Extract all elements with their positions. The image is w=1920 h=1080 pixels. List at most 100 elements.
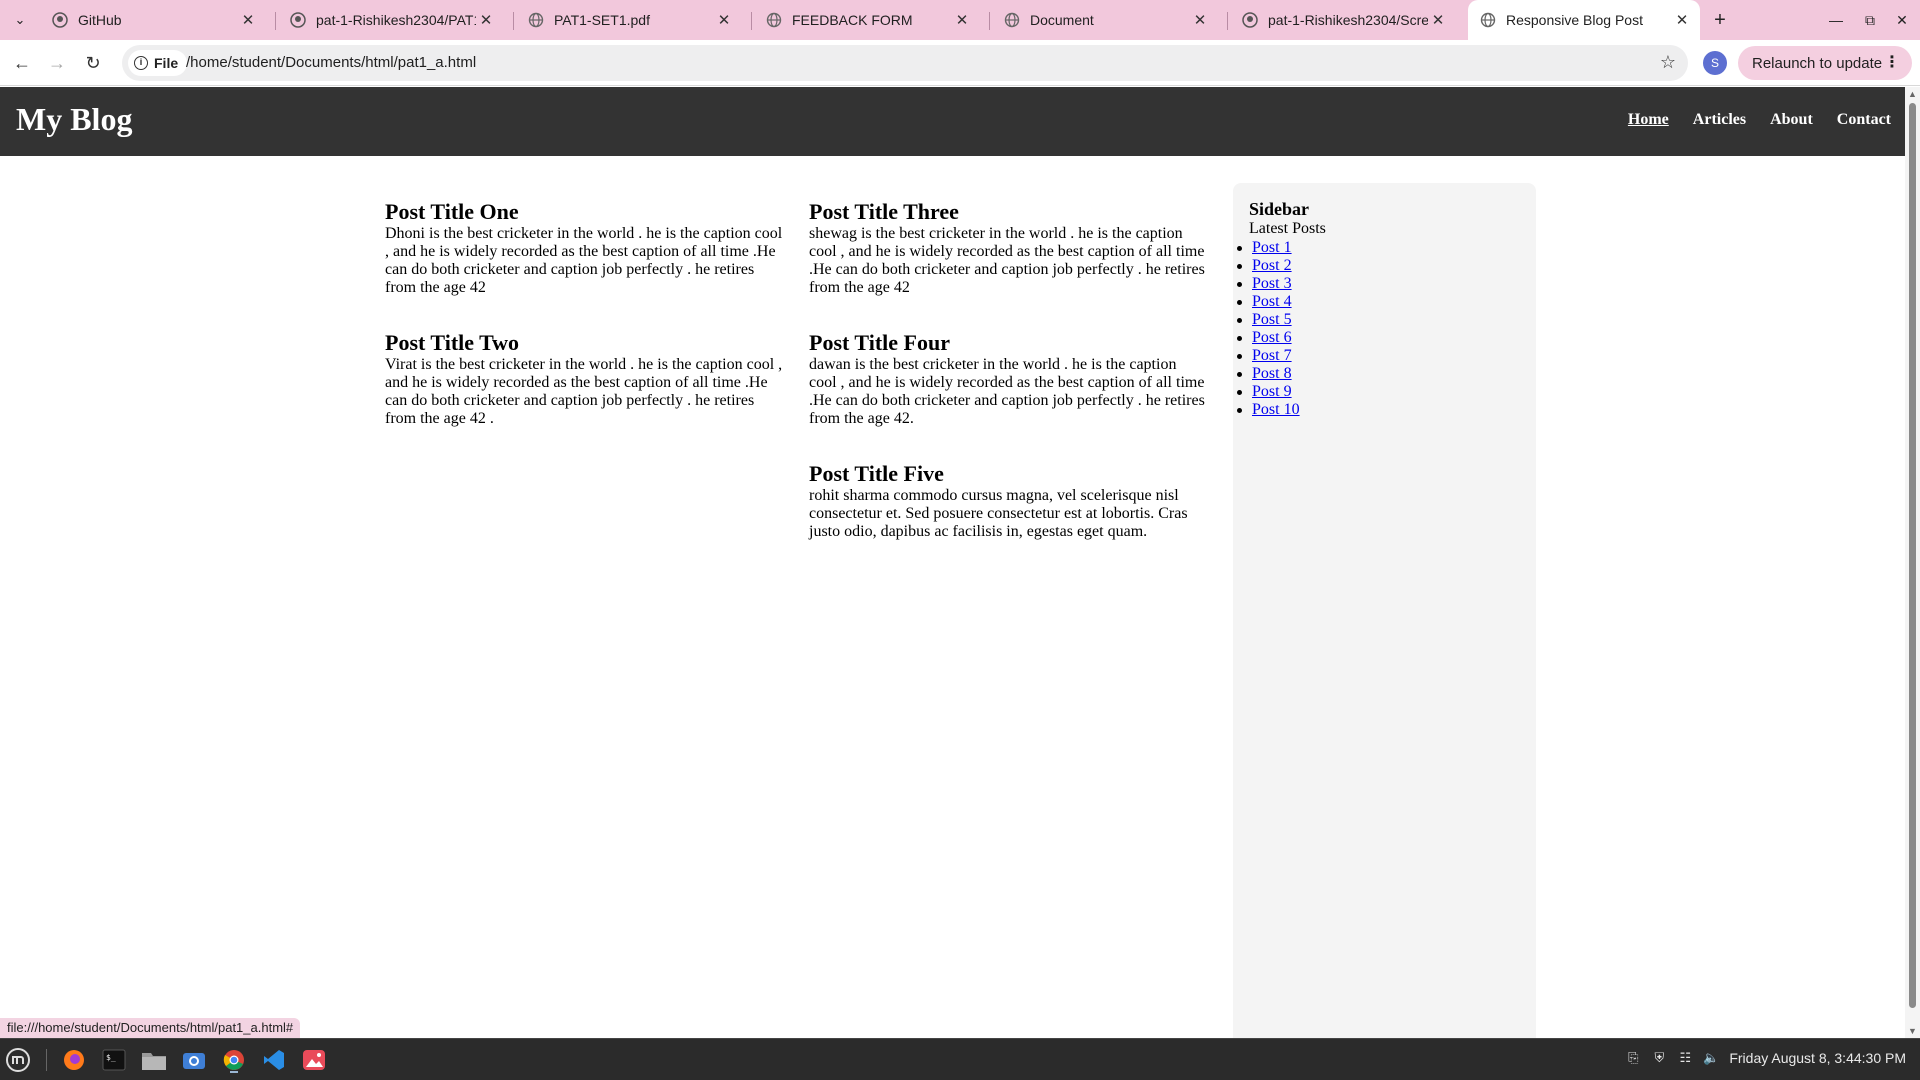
tab-search-button[interactable]: ⌄ [7, 8, 33, 32]
sidebar-post-link[interactable]: Post 5 [1252, 311, 1292, 329]
active-indicator [230, 1071, 238, 1073]
tab-screen-repo[interactable]: pat-1-Rishikesh2304/Screen ✕ [1230, 0, 1456, 40]
screenshot-icon[interactable] [180, 1046, 208, 1074]
tab-divider [751, 12, 752, 30]
volume-icon[interactable]: 🔈 [1703, 1050, 1719, 1066]
url-text[interactable]: /home/student/Documents/html/pat1_a.html [186, 54, 476, 71]
tab-title: FEEDBACK FORM [792, 12, 913, 28]
back-button[interactable]: ← [8, 49, 36, 77]
tab-document[interactable]: Document ✕ [992, 0, 1218, 40]
sidebar-post-link[interactable]: Post 2 [1252, 257, 1292, 275]
close-icon[interactable]: ✕ [1672, 10, 1692, 30]
new-tab-button[interactable]: + [1708, 8, 1732, 32]
bookmark-star-icon[interactable]: ☆ [1660, 52, 1676, 73]
minimize-button[interactable]: — [1824, 8, 1848, 32]
close-icon[interactable]: ✕ [1428, 10, 1448, 30]
post-card: Post Title One Dhoni is the best cricket… [385, 199, 783, 297]
tab-pat1-pdf[interactable]: PAT1-SET1.pdf ✕ [516, 0, 742, 40]
taskbar-clock[interactable]: Friday August 8, 3:44:30 PM [1729, 1050, 1906, 1066]
link-status-bubble: file:///home/student/Documents/html/pat1… [0, 1018, 301, 1038]
forward-button[interactable]: → [43, 49, 71, 77]
page-scrollbar[interactable]: ▲ ▼ [1905, 87, 1920, 1038]
firefox-icon[interactable] [60, 1046, 88, 1074]
close-icon[interactable]: ✕ [1190, 10, 1210, 30]
sidebar-post-link[interactable]: Post 10 [1252, 401, 1300, 419]
files-icon[interactable] [140, 1046, 168, 1074]
bullet-icon [1237, 407, 1242, 413]
close-icon[interactable]: ✕ [476, 10, 496, 30]
terminal-icon[interactable]: $_ [100, 1046, 128, 1074]
list-item: Post 7 [1237, 347, 1520, 365]
github-icon [52, 12, 68, 28]
post-body: dawan is the best cricketer in the world… [809, 356, 1205, 427]
tab-pat1-repo[interactable]: pat-1-Rishikesh2304/PAT1-S ✕ [278, 0, 504, 40]
close-icon[interactable]: ✕ [238, 10, 258, 30]
chrome-icon[interactable] [220, 1046, 248, 1074]
page-viewport: My Blog Home Articles About Contact Post… [0, 87, 1905, 1038]
scrollbar-thumb[interactable] [1909, 103, 1916, 1008]
kebab-menu-icon[interactable]: ⋮ [1884, 52, 1900, 72]
nav-link-home[interactable]: Home [1628, 111, 1669, 129]
sidebar-post-link[interactable]: Post 9 [1252, 383, 1292, 401]
menu-icon[interactable] [4, 1046, 32, 1074]
scroll-up-icon[interactable]: ▲ [1908, 89, 1917, 99]
sidebar-post-link[interactable]: Post 7 [1252, 347, 1292, 365]
scroll-down-icon[interactable]: ▼ [1908, 1026, 1917, 1036]
post-title: Post Title One [385, 199, 519, 224]
close-icon: ✕ [1896, 11, 1908, 28]
taskbar-divider [46, 1049, 47, 1071]
post-card: Post Title Three shewag is the best cric… [809, 199, 1207, 297]
post-title: Post Title Three [809, 199, 959, 224]
clipboard-icon[interactable]: ⎘ [1625, 1050, 1641, 1066]
list-item: Post 10 [1237, 401, 1520, 419]
tab-strip: ⌄ GitHub ✕ pat-1-Rishikesh2304/PAT1-S ✕ … [0, 0, 1920, 40]
tab-title: pat-1-Rishikesh2304/Screen [1268, 12, 1428, 28]
sidebar-heading: Sidebar [1249, 199, 1310, 219]
network-icon[interactable]: ☷ [1677, 1050, 1693, 1066]
sidebar-post-link[interactable]: Post 6 [1252, 329, 1292, 347]
shield-icon[interactable]: ⛨ [1651, 1050, 1667, 1066]
minimize-icon: — [1829, 12, 1843, 28]
close-window-button[interactable]: ✕ [1890, 8, 1914, 32]
bullet-icon [1237, 371, 1242, 377]
post-body: Dhoni is the best cricketer in the world… [385, 225, 783, 296]
nav-link-articles[interactable]: Articles [1693, 111, 1746, 129]
sidebar-post-link[interactable]: Post 3 [1252, 275, 1292, 293]
nav-link-about[interactable]: About [1770, 111, 1813, 129]
nav-link-contact[interactable]: Contact [1837, 111, 1891, 129]
sidebar-post-link[interactable]: Post 1 [1252, 239, 1292, 257]
image-viewer-icon[interactable] [300, 1046, 328, 1074]
close-icon[interactable]: ✕ [952, 10, 972, 30]
sidebar-post-link[interactable]: Post 8 [1252, 365, 1292, 383]
vscode-icon[interactable] [260, 1046, 288, 1074]
bullet-icon [1237, 245, 1242, 251]
tab-github[interactable]: GitHub ✕ [40, 0, 266, 40]
tab-divider [1227, 12, 1228, 30]
post-body: rohit sharma commodo cursus magna, vel s… [809, 487, 1188, 540]
address-bar[interactable]: i File /home/student/Documents/html/pat1… [122, 45, 1688, 81]
profile-avatar[interactable]: S [1703, 51, 1727, 75]
post-card: Post Title Four dawan is the best cricke… [809, 330, 1207, 428]
bullet-icon [1237, 299, 1242, 305]
relaunch-button[interactable]: Relaunch to update ⋮ [1738, 46, 1912, 80]
site-info-label: File [154, 55, 179, 71]
plus-icon: + [1714, 8, 1726, 31]
list-item: Post 3 [1237, 275, 1520, 293]
post-card: Post Title Two Virat is the best cricket… [385, 330, 783, 428]
tab-responsive-blog[interactable]: Responsive Blog Post ✕ [1468, 0, 1700, 40]
tab-title: PAT1-SET1.pdf [554, 12, 650, 28]
close-icon[interactable]: ✕ [714, 10, 734, 30]
browser-toolbar: ← → ↻ i File /home/student/Documents/htm… [0, 40, 1920, 86]
relaunch-label: Relaunch to update [1752, 54, 1883, 72]
restore-button[interactable]: ⧉ [1858, 8, 1882, 32]
svg-text:$_: $_ [106, 1053, 116, 1062]
site-info-chip[interactable]: i File [128, 50, 188, 76]
tab-feedback-form[interactable]: FEEDBACK FORM ✕ [754, 0, 980, 40]
globe-icon [1004, 12, 1020, 28]
bullet-icon [1237, 263, 1242, 269]
reload-button[interactable]: ↻ [79, 49, 107, 77]
reload-icon: ↻ [85, 52, 101, 73]
arrow-left-icon: ← [13, 52, 31, 73]
list-item: Post 2 [1237, 257, 1520, 275]
sidebar-post-link[interactable]: Post 4 [1252, 293, 1292, 311]
